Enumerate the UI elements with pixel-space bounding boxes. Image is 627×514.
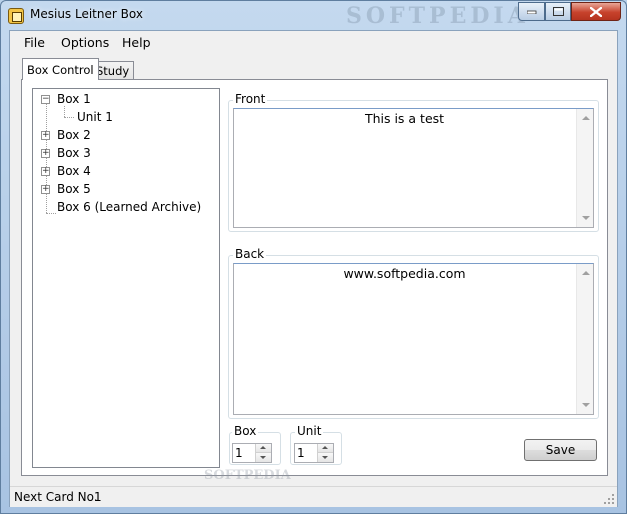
minimize-button[interactable] — [518, 2, 545, 21]
save-button[interactable]: Save — [524, 439, 597, 461]
watermark-text: SOFTPEDIA — [346, 3, 529, 29]
scroll-down-icon[interactable] — [582, 216, 590, 220]
tree-item-label: Box 4 — [57, 164, 91, 178]
tab-box-control[interactable]: Box Control — [22, 58, 99, 80]
spin-down-icon[interactable] — [256, 453, 271, 462]
watermark-text: SOFTPEDIA — [204, 468, 291, 483]
front-textbox[interactable]: This is a test — [233, 108, 594, 228]
tree-line — [64, 106, 65, 117]
tree-line — [46, 213, 56, 214]
box-spinner-value: 1 — [235, 446, 243, 460]
client-area: File Options Help Box Control Study − Bo… — [9, 30, 618, 507]
front-group: Front This is a test — [228, 92, 599, 232]
scroll-up-icon[interactable] — [582, 271, 590, 275]
expand-icon[interactable]: + — [41, 185, 50, 194]
close-button[interactable] — [571, 2, 621, 21]
menu-help[interactable]: Help — [122, 35, 151, 50]
tree-line — [64, 117, 74, 118]
minimize-icon — [526, 10, 536, 14]
collapse-icon[interactable]: − — [41, 95, 50, 104]
box-selector-group: Box 1 — [229, 424, 281, 465]
back-group: Back www.softpedia.com — [228, 247, 599, 419]
box-control-panel: − Box 1 Unit 1 + Box 2 + Box 3 + Box 4 +… — [21, 79, 608, 497]
tree-line — [46, 104, 47, 213]
front-scrollbar[interactable] — [576, 109, 593, 227]
scroll-down-icon[interactable] — [582, 403, 590, 407]
expand-icon[interactable]: + — [41, 167, 50, 176]
spinner-buttons — [255, 444, 271, 462]
spin-down-icon[interactable] — [318, 453, 333, 462]
tree-item-label: Box 6 (Learned Archive) — [57, 200, 202, 214]
unit-selector-label: Unit — [295, 424, 324, 438]
tree-item-label: Box 2 — [57, 128, 91, 142]
status-bar: Next Card No. 1 — [10, 486, 617, 507]
menu-bar: File Options Help — [10, 31, 617, 55]
title-bar[interactable]: Mesius Leitner Box SOFTPEDIA — [1, 1, 626, 29]
tree-item-label: Box 3 — [57, 146, 91, 160]
unit-spinner-value: 1 — [297, 446, 305, 460]
scroll-up-icon[interactable] — [582, 116, 590, 120]
tree-item-label: Box 1 — [57, 92, 91, 106]
box-selector-label: Box — [232, 424, 259, 438]
menu-file[interactable]: File — [24, 35, 45, 50]
back-textbox[interactable]: www.softpedia.com — [233, 263, 594, 415]
spinner-buttons — [317, 444, 333, 462]
tree-item-label: Unit 1 — [77, 110, 113, 124]
close-icon — [590, 6, 602, 17]
tree-item-label: Box 5 — [57, 182, 91, 196]
next-card-label: Next Card No. — [14, 490, 98, 504]
spin-up-icon[interactable] — [318, 444, 333, 453]
expand-icon[interactable]: + — [41, 131, 50, 140]
back-text: www.softpedia.com — [343, 266, 466, 281]
resize-grip-icon[interactable] — [603, 493, 615, 505]
box-spinner[interactable]: 1 — [232, 443, 272, 463]
unit-spinner[interactable]: 1 — [294, 443, 334, 463]
maximize-icon — [552, 7, 564, 16]
back-scrollbar[interactable] — [576, 264, 593, 414]
expand-icon[interactable]: + — [41, 149, 50, 158]
menu-options[interactable]: Options — [61, 35, 109, 50]
back-label: Back — [233, 247, 267, 261]
box-tree[interactable]: − Box 1 Unit 1 + Box 2 + Box 3 + Box 4 +… — [32, 88, 220, 468]
next-card-value: 1 — [94, 490, 102, 504]
spin-up-icon[interactable] — [256, 444, 271, 453]
maximize-button[interactable] — [545, 2, 571, 21]
front-label: Front — [233, 92, 268, 106]
app-window: Mesius Leitner Box SOFTPEDIA File Option… — [0, 0, 627, 514]
app-icon — [8, 8, 24, 24]
front-text: This is a test — [364, 111, 445, 126]
unit-selector-group: Unit 1 — [290, 424, 342, 465]
window-title: Mesius Leitner Box — [30, 7, 143, 21]
